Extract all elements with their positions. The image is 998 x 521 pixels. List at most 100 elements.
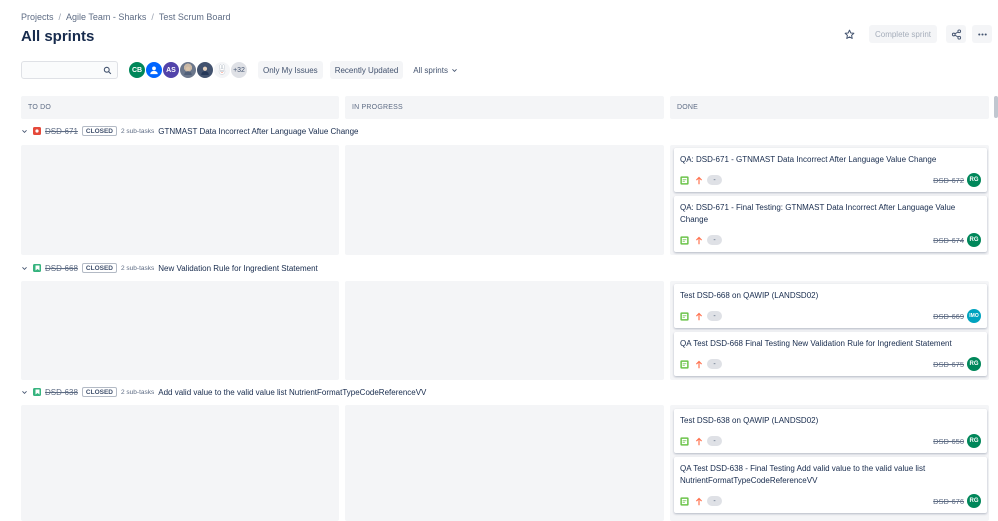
card-title: Test DSD-638 on QAWIP (LANDSD02): [680, 416, 819, 425]
assignee-avatar[interactable]: RG: [967, 357, 981, 371]
avatar[interactable]: [145, 61, 163, 79]
todo-cell: [21, 145, 339, 255]
header-actions: Complete sprint: [840, 25, 992, 43]
chevron-down-icon[interactable]: [21, 128, 29, 135]
breadcrumb: Projects / Agile Team - Sharks / Test Sc…: [21, 12, 230, 22]
card-key[interactable]: DSD-650: [933, 437, 964, 446]
in-progress-cell: [345, 145, 664, 255]
bunny-avatar-icon: [218, 64, 226, 75]
todo-cell: [21, 405, 339, 521]
recently-updated-filter[interactable]: Recently Updated: [329, 61, 404, 79]
share-button[interactable]: [946, 25, 966, 43]
sprint-filter-dropdown[interactable]: All sprints: [408, 61, 463, 79]
chevron-down-icon[interactable]: [21, 265, 29, 272]
card-title: QA Test DSD-638 - Final Testing Add vali…: [680, 464, 926, 485]
card-key[interactable]: DSD-676: [933, 497, 964, 506]
subtask-icon: [680, 359, 689, 369]
sprint-filter-label: All sprints: [413, 65, 448, 75]
priority-high-icon: [695, 360, 703, 368]
chevron-down-icon[interactable]: [21, 389, 29, 396]
column-header-done: DONE: [670, 96, 989, 119]
breadcrumb-board[interactable]: Test Scrum Board: [159, 12, 231, 22]
issue-card[interactable]: QA: DSD-671 - GTNMAST Data Incorrect Aft…: [674, 148, 987, 192]
more-avatars-button[interactable]: +32: [230, 61, 248, 79]
breadcrumb-project[interactable]: Agile Team - Sharks: [66, 12, 146, 22]
avatar-filter-group: CB AS +32: [128, 61, 248, 79]
assignee-avatar[interactable]: IMO: [967, 309, 981, 323]
card-key[interactable]: DSD-674: [933, 236, 964, 245]
board-toolbar: CB AS +32 Only My Issues Recently Update…: [21, 61, 463, 79]
more-icon: [977, 32, 987, 36]
status-badge: CLOSED: [81, 126, 117, 136]
issue-summary: New Validation Rule for Ingredient State…: [158, 263, 318, 273]
assignee-avatar[interactable]: RG: [967, 434, 981, 448]
swimlane-header[interactable]: DSD-671 CLOSED 2 sub-tasks GTNMAST Data …: [21, 125, 359, 137]
assignee-avatar[interactable]: RG: [967, 494, 981, 508]
complete-sprint-button[interactable]: Complete sprint: [868, 25, 937, 43]
breadcrumb-projects[interactable]: Projects: [21, 12, 54, 22]
subtask-count: 2 sub-tasks: [121, 127, 155, 135]
status-badge: CLOSED: [81, 263, 117, 273]
more-actions-button[interactable]: [972, 25, 992, 43]
status-badge: CLOSED: [81, 387, 117, 397]
estimate-badge: -: [707, 175, 722, 185]
issue-summary: Add valid value to the valid value list …: [158, 387, 427, 397]
card-key[interactable]: DSD-672: [933, 176, 964, 185]
swimlane-header[interactable]: DSD-638 CLOSED 2 sub-tasks Add valid val…: [21, 386, 426, 398]
issue-key[interactable]: DSD-638: [45, 388, 78, 397]
swimlane-header[interactable]: DSD-668 CLOSED 2 sub-tasks New Validatio…: [21, 262, 318, 274]
card-footer: - DSD-669 IMO: [680, 309, 981, 323]
issue-card[interactable]: QA Test DSD-638 - Final Testing Add vali…: [674, 457, 987, 513]
estimate-badge: -: [707, 496, 722, 506]
issue-summary: GTNMAST Data Incorrect After Language Va…: [158, 126, 359, 136]
assignee-avatar[interactable]: RG: [967, 233, 981, 247]
card-title: Test DSD-668 on QAWIP (LANDSD02): [680, 291, 819, 300]
issue-key[interactable]: DSD-671: [45, 127, 78, 136]
assignee-avatar[interactable]: RG: [967, 173, 981, 187]
search-input[interactable]: [21, 61, 118, 79]
subtask-icon: [680, 496, 689, 506]
only-my-issues-filter[interactable]: Only My Issues: [258, 61, 323, 79]
column-header-in-progress: IN PROGRESS: [345, 96, 664, 119]
avatar[interactable]: [196, 61, 214, 79]
estimate-badge: -: [707, 359, 722, 369]
card-footer: - DSD-676 RG: [680, 494, 981, 508]
card-footer: - DSD-672 RG: [680, 173, 981, 187]
star-button[interactable]: [840, 25, 860, 43]
chevron-down-icon: [452, 68, 457, 72]
page-title: All sprints: [21, 28, 95, 45]
priority-high-icon: [695, 312, 703, 320]
breadcrumb-separator: /: [151, 12, 154, 22]
scrollbar[interactable]: [994, 96, 998, 118]
card-key[interactable]: DSD-675: [933, 360, 964, 369]
card-footer: - DSD-674 RG: [680, 233, 981, 247]
column-header-todo: TO DO: [21, 96, 339, 119]
avatar[interactable]: [179, 61, 197, 79]
estimate-badge: -: [707, 235, 722, 245]
bug-icon: [33, 127, 41, 135]
avatar[interactable]: AS: [162, 61, 180, 79]
person-icon: [150, 66, 158, 75]
issue-card[interactable]: Test DSD-638 on QAWIP (LANDSD02) - DSD-6…: [674, 409, 987, 453]
card-key[interactable]: DSD-669: [933, 312, 964, 321]
card-title: QA Test DSD-668 Final Testing New Valida…: [680, 339, 952, 348]
board-page: Projects / Agile Team - Sharks / Test Sc…: [0, 0, 998, 521]
issue-card[interactable]: QA Test DSD-668 Final Testing New Valida…: [674, 332, 987, 376]
avatar[interactable]: [213, 61, 231, 79]
estimate-badge: -: [707, 436, 722, 446]
issue-card[interactable]: QA: DSD-671 - Final Testing: GTNMAST Dat…: [674, 196, 987, 252]
subtask-count: 2 sub-tasks: [121, 388, 155, 396]
story-icon: [33, 264, 41, 272]
subtask-icon: [680, 175, 689, 185]
issue-card[interactable]: Test DSD-668 on QAWIP (LANDSD02) - DSD-6…: [674, 284, 987, 328]
photo-avatar-icon: [201, 66, 209, 75]
priority-high-icon: [695, 236, 703, 244]
card-footer: - DSD-675 RG: [680, 357, 981, 371]
issue-key[interactable]: DSD-668: [45, 264, 78, 273]
priority-high-icon: [695, 437, 703, 445]
card-title: QA: DSD-671 - GTNMAST Data Incorrect Aft…: [680, 155, 937, 164]
subtask-icon: [680, 436, 689, 446]
avatar[interactable]: CB: [128, 61, 146, 79]
card-title: QA: DSD-671 - Final Testing: GTNMAST Dat…: [680, 203, 956, 224]
card-footer: - DSD-650 RG: [680, 434, 981, 448]
